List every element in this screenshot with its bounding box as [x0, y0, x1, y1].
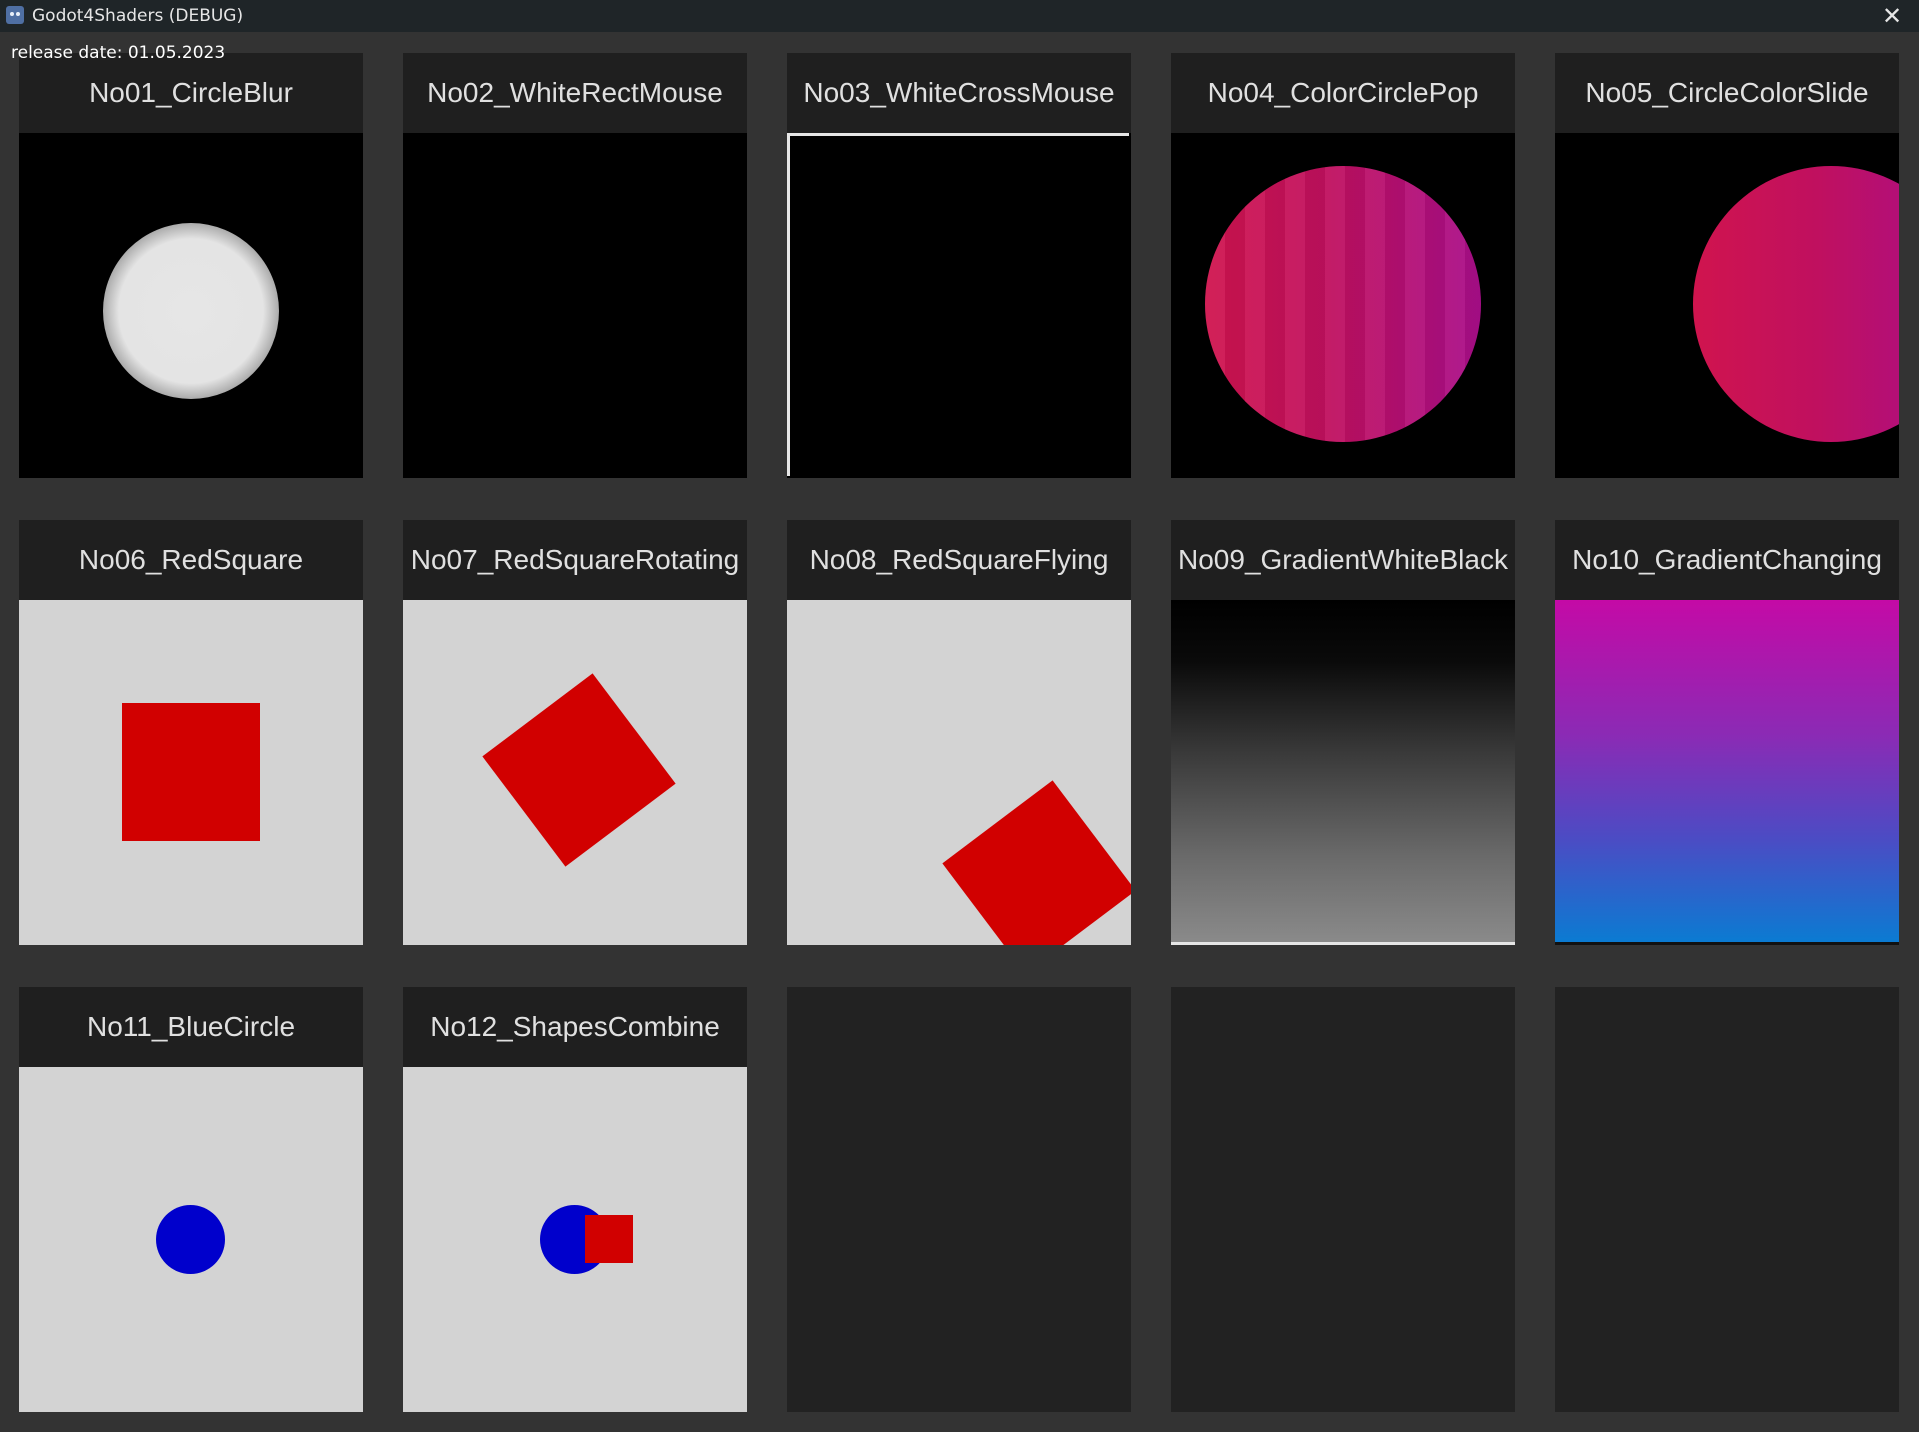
shader-card-no02[interactable]: No02_WhiteRectMouse — [403, 53, 747, 478]
empty-slot — [1171, 987, 1515, 1412]
color-circle — [1205, 166, 1481, 442]
shader-preview[interactable] — [19, 133, 363, 478]
shader-preview[interactable] — [1555, 133, 1899, 478]
color-circle — [1693, 166, 1899, 442]
window-title: Godot4Shaders (DEBUG) — [32, 6, 244, 26]
title-bar: Godot4Shaders (DEBUG) ✕ — [0, 0, 1919, 32]
shader-preview[interactable] — [19, 600, 363, 945]
shader-card-no12[interactable]: No12_ShapesCombine — [403, 987, 747, 1412]
shader-preview[interactable] — [787, 600, 1131, 945]
gradient-changing — [1555, 600, 1899, 945]
shader-preview[interactable] — [1171, 133, 1515, 478]
shader-card-no07[interactable]: No07_RedSquareRotating — [403, 520, 747, 945]
shader-title: No03_WhiteCrossMouse — [787, 53, 1131, 133]
shader-card-no01[interactable]: No01_CircleBlur — [19, 53, 363, 478]
godot-icon — [6, 6, 24, 24]
shader-preview[interactable] — [787, 133, 1131, 478]
shader-preview[interactable] — [403, 1067, 747, 1412]
red-square — [122, 703, 260, 841]
red-square — [942, 780, 1131, 945]
shader-preview[interactable] — [1555, 600, 1899, 945]
close-icon[interactable]: ✕ — [1865, 0, 1919, 32]
shader-title: No12_ShapesCombine — [403, 987, 747, 1067]
release-date-label: release date: 01.05.2023 — [11, 43, 226, 63]
shader-title: No09_GradientWhiteBlack — [1171, 520, 1515, 600]
shader-card-no09[interactable]: No09_GradientWhiteBlack — [1171, 520, 1515, 945]
shader-preview[interactable] — [403, 133, 747, 478]
red-square — [482, 673, 676, 867]
blurred-circle — [103, 223, 279, 399]
shader-card-no05[interactable]: No05_CircleColorSlide — [1555, 53, 1899, 478]
shader-title: No11_BlueCircle — [19, 987, 363, 1067]
shader-preview[interactable] — [403, 600, 747, 945]
shader-title: No02_WhiteRectMouse — [403, 53, 747, 133]
shader-preview[interactable] — [1171, 600, 1515, 945]
shader-card-no04[interactable]: No04_ColorCirclePop — [1171, 53, 1515, 478]
empty-slot — [1555, 987, 1899, 1412]
gradient-white-black — [1171, 600, 1515, 945]
shader-card-no06[interactable]: No06_RedSquare — [19, 520, 363, 945]
shader-grid: No01_CircleBlur No02_WhiteRectMouse No03… — [19, 53, 1899, 1412]
shader-title: No08_RedSquareFlying — [787, 520, 1131, 600]
red-square — [585, 1215, 633, 1263]
empty-slot — [787, 987, 1131, 1412]
shader-preview[interactable] — [19, 1067, 363, 1412]
shader-card-no10[interactable]: No10_GradientChanging — [1555, 520, 1899, 945]
shader-title: No04_ColorCirclePop — [1171, 53, 1515, 133]
shader-title: No05_CircleColorSlide — [1555, 53, 1899, 133]
shader-card-no11[interactable]: No11_BlueCircle — [19, 987, 363, 1412]
white-cross-lines — [787, 133, 1129, 476]
blue-circle — [156, 1205, 225, 1274]
shader-title: No07_RedSquareRotating — [403, 520, 747, 600]
shader-title: No10_GradientChanging — [1555, 520, 1899, 600]
shader-title: No01_CircleBlur — [19, 53, 363, 133]
shader-card-no08[interactable]: No08_RedSquareFlying — [787, 520, 1131, 945]
shader-card-no03[interactable]: No03_WhiteCrossMouse — [787, 53, 1131, 478]
shader-title: No06_RedSquare — [19, 520, 363, 600]
